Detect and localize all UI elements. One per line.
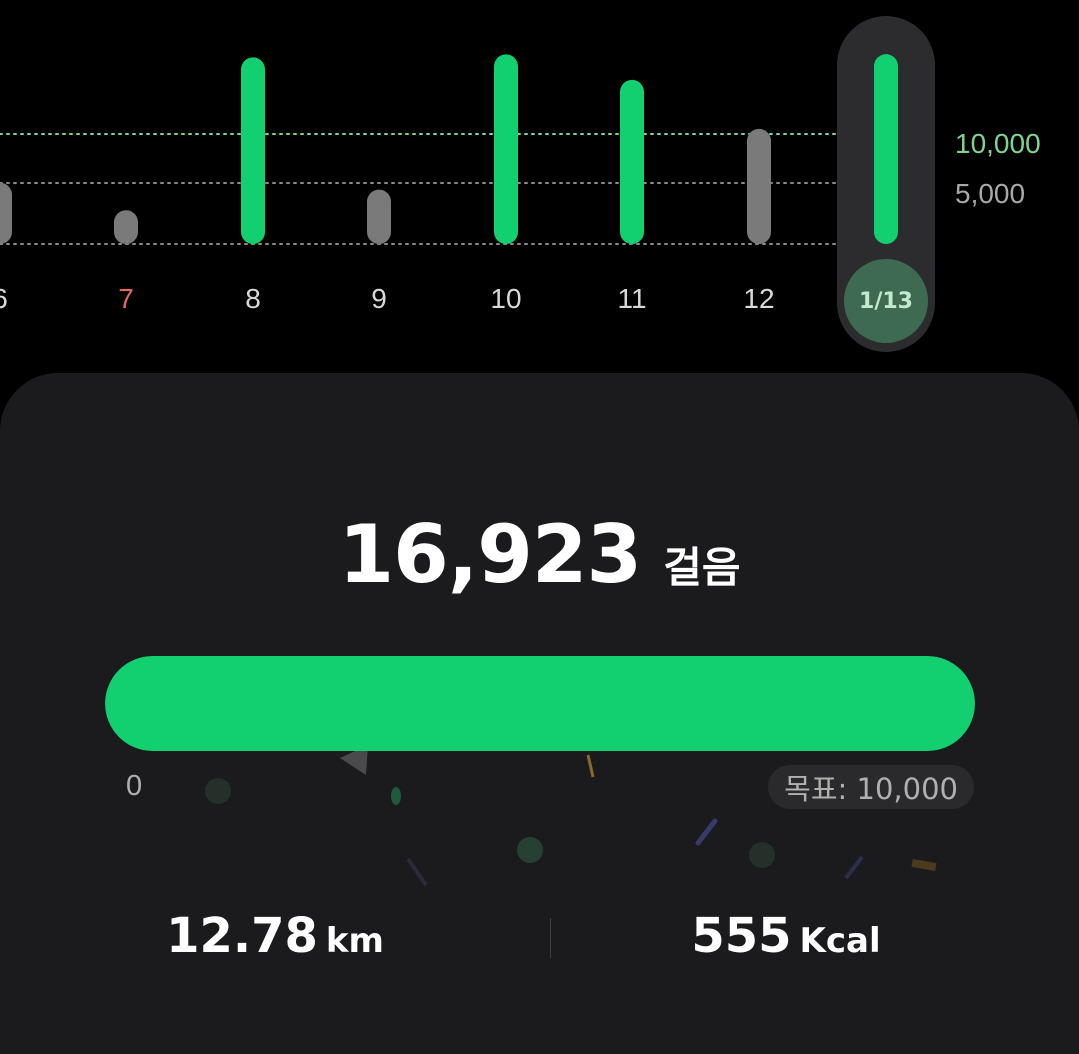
- day-label-9[interactable]: 9: [339, 283, 419, 315]
- day-label-12[interactable]: 12: [719, 283, 799, 315]
- day-label-7[interactable]: 7: [86, 283, 166, 315]
- bar-11[interactable]: [620, 79, 644, 244]
- calories-unit: Kcal: [799, 921, 881, 961]
- day-label-6[interactable]: 6: [0, 283, 40, 315]
- weekly-steps-chart[interactable]: 10,000 5,000 6 7 8 9 10 11 12 1/13: [0, 0, 1079, 360]
- bar-1-13[interactable]: [874, 54, 898, 244]
- day-label-11[interactable]: 11: [592, 283, 672, 315]
- step-count: 16,923 걸음: [0, 508, 1079, 601]
- selected-date-badge[interactable]: 1/13: [844, 259, 928, 343]
- bar-12[interactable]: [747, 128, 771, 244]
- bar-6[interactable]: [0, 182, 12, 244]
- bar-8[interactable]: [241, 57, 265, 244]
- goal-progress-fill: [105, 656, 975, 751]
- day-label-8[interactable]: 8: [213, 283, 293, 315]
- daily-summary-card: 16,923 걸음 0 목표: 10,000 12.78 km 555 Kcal: [0, 373, 1079, 1054]
- bar-10[interactable]: [494, 54, 518, 244]
- calories-value: 555: [691, 908, 792, 964]
- goal-line-label: 10,000: [955, 128, 1041, 159]
- calories-stat: 555 Kcal: [551, 908, 1021, 964]
- progress-min-label: 0: [126, 770, 143, 802]
- bar-7[interactable]: [114, 210, 138, 244]
- step-count-unit: 걸음: [663, 543, 741, 592]
- half-goal-line-label: 5,000: [955, 178, 1026, 209]
- step-count-value: 16,923: [338, 508, 643, 601]
- goal-progress-bar: [105, 656, 975, 751]
- distance-unit: km: [325, 921, 384, 961]
- distance-stat: 12.78 km: [0, 908, 550, 964]
- distance-value: 12.78: [166, 908, 318, 964]
- bar-9[interactable]: [367, 189, 391, 244]
- day-label-10[interactable]: 10: [466, 283, 546, 315]
- goal-chip[interactable]: 목표: 10,000: [768, 765, 974, 809]
